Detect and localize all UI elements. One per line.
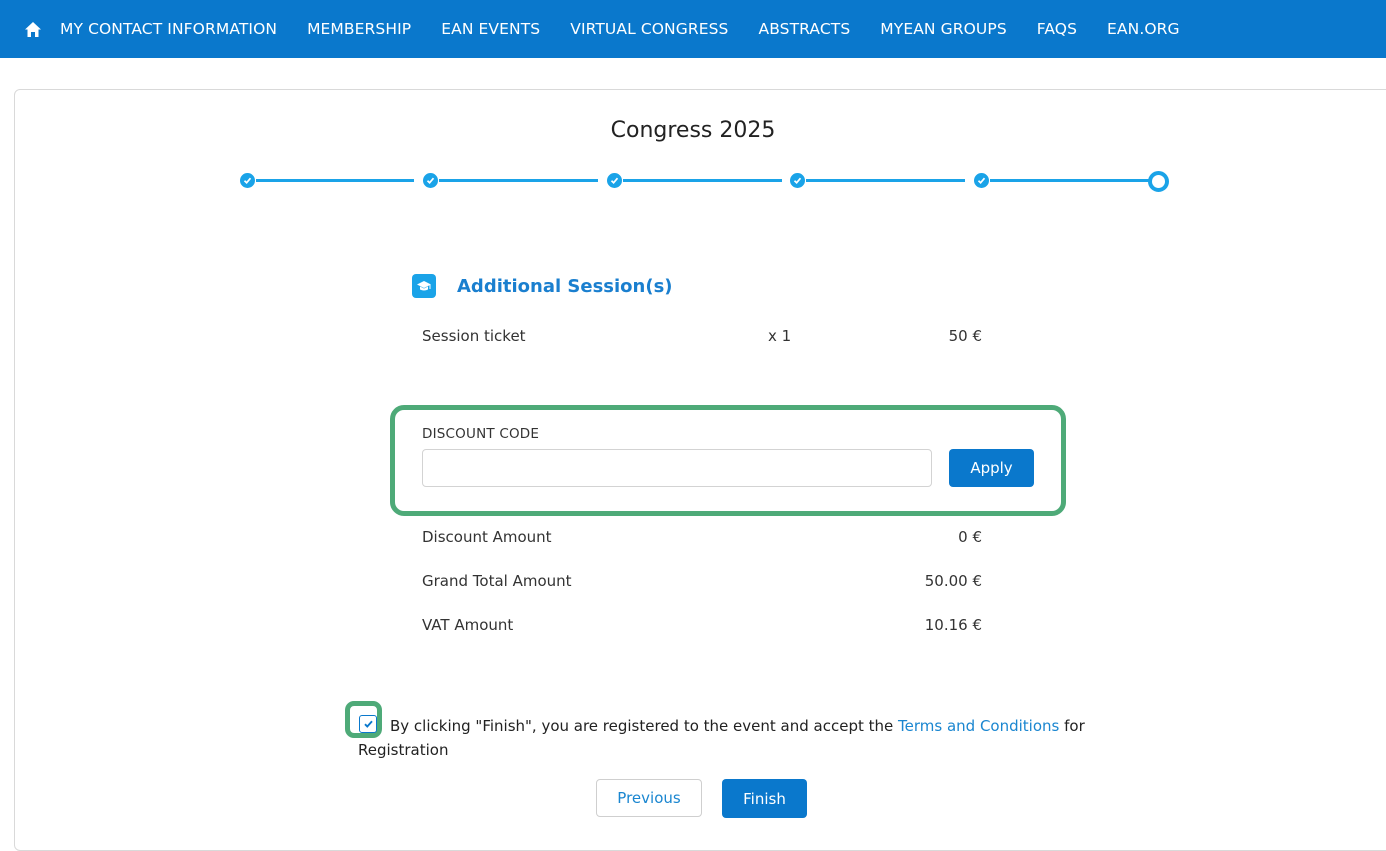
- nav-virtual-congress[interactable]: VIRTUAL CONGRESS: [570, 20, 728, 38]
- apply-button[interactable]: Apply: [949, 449, 1034, 487]
- terms-text: By clicking "Finish", you are registered…: [358, 714, 1088, 762]
- step-4-complete-icon: [790, 173, 805, 188]
- stepper-line: [990, 179, 1149, 182]
- section-title: Additional Session(s): [457, 275, 673, 297]
- summary-label: Grand Total Amount: [422, 572, 572, 590]
- summary-amount: 10.16 €: [924, 616, 982, 634]
- graduation-cap-icon: [412, 274, 436, 298]
- terms-text-before: By clicking "Finish", you are registered…: [390, 717, 899, 735]
- step-6-current-icon: [1148, 171, 1169, 192]
- nav-abstracts[interactable]: ABSTRACTS: [759, 20, 851, 38]
- stepper-line: [806, 179, 965, 182]
- home-icon[interactable]: [22, 18, 44, 40]
- nav-faqs[interactable]: FAQS: [1037, 20, 1077, 38]
- line-item-quantity: x 1: [768, 327, 792, 345]
- line-item-amount: 50 €: [948, 327, 982, 345]
- accept-terms-checkbox[interactable]: [359, 715, 377, 733]
- progress-stepper: [240, 170, 1170, 192]
- step-3-complete-icon: [607, 173, 622, 188]
- discount-code-input[interactable]: [422, 449, 932, 487]
- nav-ean-org[interactable]: EAN.ORG: [1107, 20, 1180, 38]
- stepper-line: [256, 179, 414, 182]
- step-5-complete-icon: [974, 173, 989, 188]
- line-item-label: Session ticket: [422, 327, 526, 345]
- section-heading: Additional Session(s): [412, 274, 673, 298]
- summary-label: VAT Amount: [422, 616, 514, 634]
- stepper-line: [623, 179, 782, 182]
- nav-membership[interactable]: MEMBERSHIP: [307, 20, 411, 38]
- discount-code-label: DISCOUNT CODE: [422, 426, 540, 442]
- nav-myean-groups[interactable]: MYEAN GROUPS: [880, 20, 1006, 38]
- finish-button[interactable]: Finish: [722, 779, 807, 818]
- terms-and-conditions-link[interactable]: Terms and Conditions: [898, 717, 1059, 735]
- stepper-line: [439, 179, 598, 182]
- summary-label: Discount Amount: [422, 528, 552, 546]
- top-nav: MY CONTACT INFORMATION MEMBERSHIP EAN EV…: [0, 0, 1386, 58]
- step-1-complete-icon: [240, 173, 255, 188]
- summary-amount: 50.00 €: [924, 572, 982, 590]
- step-2-complete-icon: [423, 173, 438, 188]
- page-title: Congress 2025: [610, 118, 776, 143]
- checkmark-icon: [363, 720, 373, 728]
- previous-button[interactable]: Previous: [596, 779, 702, 817]
- summary-amount: 0 €: [958, 528, 982, 546]
- nav-ean-events[interactable]: EAN EVENTS: [441, 20, 540, 38]
- nav-my-contact-information[interactable]: MY CONTACT INFORMATION: [60, 20, 277, 38]
